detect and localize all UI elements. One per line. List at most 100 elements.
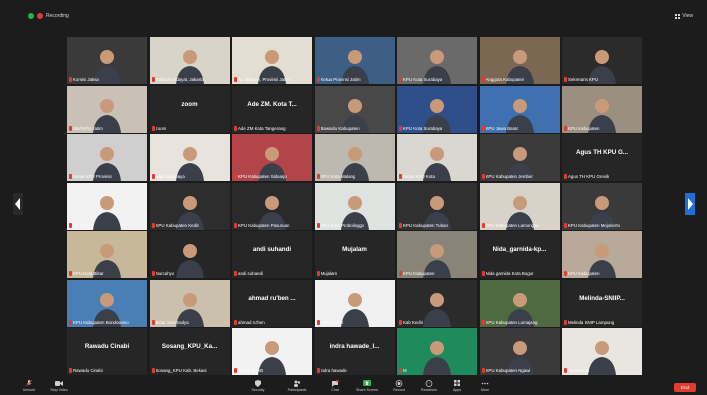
participant-tile[interactable]: S.A.R. STAB bbox=[232, 328, 312, 375]
participant-tile[interactable]: Sekretariat bbox=[562, 328, 642, 375]
participant-tile[interactable]: KPU Kota Malang bbox=[314, 134, 395, 181]
participant-name-tag: KPU Kabupaten Bondowoso bbox=[69, 319, 129, 326]
participant-tile[interactable]: Agus TH KPU G... Agus TH KPU Gresik bbox=[562, 134, 642, 181]
participant-tile[interactable]: KPU Kabupaten Pasuruan bbox=[232, 182, 312, 230]
participant-name-tag: Ketua Provinsi Jatim bbox=[316, 76, 361, 83]
participant-tile[interactable]: Ketua KPU Kota bbox=[397, 134, 477, 181]
next-page-arrow-icon[interactable] bbox=[685, 193, 695, 215]
participant-name-tag: Kab Kediri bbox=[399, 319, 423, 326]
participant-tile[interactable]: KPU Kota Surabaya bbox=[397, 37, 477, 84]
participant-tile[interactable]: Iwan Surabaya bbox=[149, 134, 230, 181]
participant-name-tag: KPU Kabupaten Kediri bbox=[151, 222, 199, 229]
security-button[interactable]: Security bbox=[243, 380, 273, 395]
participant-tile[interactable]: KPU RI bbox=[67, 182, 147, 230]
participant-name: zoom bbox=[155, 125, 167, 131]
participant-tile[interactable]: zoom zoom bbox=[149, 85, 230, 133]
participant-name-tag: KPU Kabupaten bbox=[564, 125, 600, 132]
participant-name-tag: Komisi Jaksa bbox=[69, 76, 99, 83]
participant-tile[interactable]: Kab Kediri bbox=[397, 279, 477, 327]
muted-mic-icon bbox=[399, 77, 402, 82]
unmute-button[interactable]: Unmute bbox=[14, 380, 44, 395]
participant-tile[interactable]: Nurcahyo bbox=[149, 231, 230, 278]
end-meeting-button[interactable]: End bbox=[674, 383, 696, 392]
chat-button[interactable]: Chat bbox=[320, 380, 350, 395]
participant-tile[interactable]: Mujalam Mujalam bbox=[314, 231, 395, 278]
muted-mic-icon bbox=[151, 174, 155, 179]
participants-icon bbox=[294, 380, 301, 387]
participant-tile[interactable]: Komisi Jaksa bbox=[67, 37, 147, 84]
participant-tile[interactable]: Rawadu Cinabi Rawadu Cinabi bbox=[67, 328, 147, 375]
participant-tile[interactable]: KPU Kabupaten bbox=[562, 231, 642, 278]
apps-label: Apps bbox=[452, 388, 462, 392]
participant-tile[interactable]: KPU Kabupaten bbox=[397, 231, 477, 278]
participant-tile[interactable]: andi suhandi andi suhandi bbox=[232, 231, 312, 278]
participant-tile[interactable]: Anggota Kabupaten bbox=[479, 37, 560, 84]
shield-icon bbox=[255, 380, 261, 387]
participant-tile[interactable]: Rahmat Hidayat, Jakarta bbox=[149, 37, 230, 84]
participant-tile[interactable]: KPU Kabupaten Lumajang bbox=[479, 279, 560, 327]
participant-tile[interactable]: Ketua KPU Provinsi bbox=[67, 134, 147, 181]
participant-tile[interactable]: KPU Kabupaten Jember bbox=[479, 134, 560, 181]
participant-tile[interactable]: KPU Kabupaten Bondowoso bbox=[67, 279, 147, 327]
chat-bubble-icon bbox=[332, 380, 339, 387]
share-screen-button[interactable]: Share Screen bbox=[352, 380, 382, 395]
muted-mic-icon bbox=[399, 222, 402, 228]
participant-name-tag: AL Wilayah, Provinsi Jatim bbox=[234, 76, 290, 83]
apps-button[interactable]: Apps bbox=[442, 380, 472, 395]
reactions-button[interactable]: Reactions bbox=[414, 380, 444, 395]
participant-name: Nida garnida Kota Bogor bbox=[485, 271, 534, 276]
muted-mic-icon bbox=[151, 271, 155, 276]
muted-mic-icon bbox=[316, 125, 320, 131]
participant-display-name: Mujalam bbox=[342, 246, 367, 253]
participant-tile[interactable]: Staf KPU Jatim bbox=[67, 85, 147, 133]
participant-tile[interactable]: KPU Kota Probolinggo bbox=[314, 182, 395, 230]
more-dots-icon bbox=[481, 382, 489, 385]
participant-tile[interactable]: KPU Kabupaten Kediri bbox=[149, 182, 230, 230]
recording-indicator[interactable]: Recording bbox=[28, 13, 69, 19]
participant-name-tag: KPU Kabupaten bbox=[564, 270, 600, 277]
more-button[interactable]: More bbox=[470, 380, 500, 395]
participant-name: KPU Kabupaten Sidoarjo bbox=[238, 174, 287, 179]
participant-tile[interactable]: KPU Kota Surabaya bbox=[397, 85, 477, 133]
participant-tile[interactable]: KPU Kabupaten Sidoarjo bbox=[232, 134, 312, 181]
participant-name: KPU Kota Surabaya bbox=[403, 125, 443, 131]
participant-tile[interactable]: KPU Kabupaten Tuban bbox=[397, 182, 477, 230]
participant-name: Anggota Kabupaten bbox=[485, 77, 525, 82]
participant-name-tag: Iwan Surabaya bbox=[151, 173, 185, 180]
participant-tile[interactable]: M bbox=[397, 328, 477, 375]
participant-name-tag: KPU Kabupaten Sidoarjo bbox=[234, 173, 287, 180]
participant-name-tag: KPU Kabupaten Tuban bbox=[399, 222, 448, 229]
participant-name-tag: Ketua KPU Kota bbox=[399, 173, 435, 180]
participant-tile[interactable]: KPU Kabupaten Mojokerto bbox=[562, 182, 642, 230]
view-button[interactable]: View bbox=[675, 13, 693, 19]
participant-tile[interactable]: Sekretaris KPU bbox=[562, 37, 642, 84]
muted-mic-icon bbox=[234, 174, 237, 179]
participant-tile[interactable]: ahmad ru'ben ... ahmad ru'ben bbox=[232, 279, 312, 327]
participant-tile[interactable]: Bidar Sinkmadya bbox=[149, 279, 230, 327]
participant-name: KPU Kabupaten Lumajang bbox=[485, 319, 538, 325]
participant-tile[interactable]: Melinda-SNIIP... Melinda SNIP Lampung bbox=[562, 279, 642, 327]
participant-name: Ketua Provinsi Jatim bbox=[320, 77, 361, 82]
stop-video-button[interactable]: Stop Video bbox=[44, 380, 74, 395]
participant-tile[interactable]: AL Wilayah, Provinsi Jatim bbox=[232, 37, 312, 84]
participants-button[interactable]: Participants bbox=[282, 380, 312, 395]
recording-label: Recording bbox=[46, 13, 69, 19]
muted-mic-icon bbox=[564, 174, 567, 179]
participant-tile[interactable]: KPU Kabupaten Ngawi bbox=[479, 328, 560, 375]
participant-name-tag: KPU Kabupaten Jember bbox=[481, 173, 533, 180]
participant-tile[interactable]: KPU Jawa Barat bbox=[479, 85, 560, 133]
participant-tile[interactable]: KPU Kota Blitar bbox=[67, 231, 147, 278]
participant-tile[interactable]: Bawaslu Kabupaten bbox=[314, 85, 395, 133]
record-button[interactable]: Record bbox=[384, 380, 414, 395]
previous-page-arrow-icon[interactable] bbox=[13, 193, 23, 215]
participant-tile[interactable]: indra hawade_I... indra hawade bbox=[314, 328, 395, 375]
participant-tile[interactable]: Ketua Provinsi Jatim bbox=[314, 37, 395, 84]
participant-name: Teknis KPU bbox=[320, 319, 344, 325]
participant-tile[interactable]: Ade ZM. Kota T... Ade ZM Kota Tangerang bbox=[232, 85, 312, 133]
participant-tile[interactable]: Teknis KPU bbox=[314, 279, 395, 327]
participant-tile[interactable]: Sosang_KPU_Ka... Sosang_KPU Kab. Bekasi bbox=[149, 328, 230, 375]
participant-tile[interactable]: KPU Kabupaten bbox=[562, 85, 642, 133]
participant-tile[interactable]: Nida_garnida-kp... Nida garnida Kota Bogo… bbox=[479, 231, 560, 278]
participant-tile[interactable]: KPU Kabupaten Lamongan bbox=[479, 182, 560, 230]
meeting-toolbar: Unmute Stop Video Security Participants … bbox=[0, 378, 707, 395]
